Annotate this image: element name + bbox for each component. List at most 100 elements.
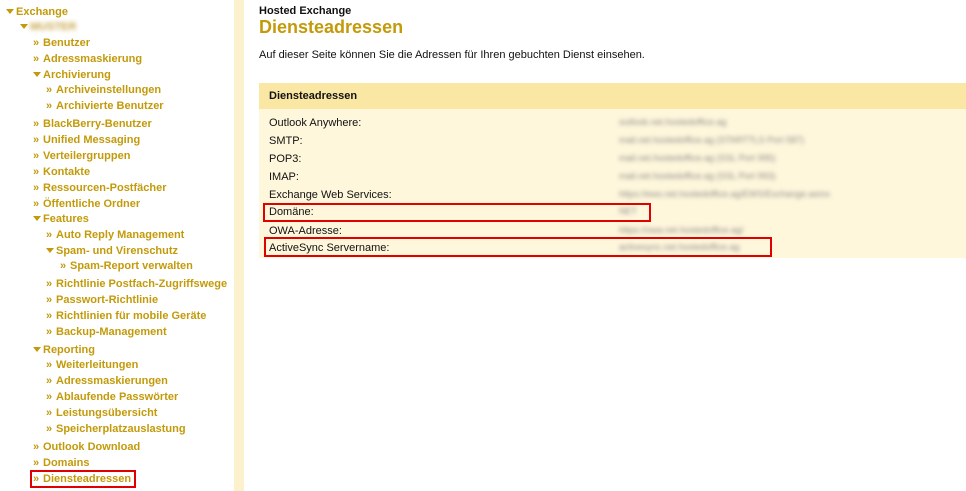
sidebar-item-label: Richtlinien für mobile Geräte — [56, 310, 207, 322]
sidebar-item-label: Leistungsübersicht — [56, 407, 158, 419]
address-row: Domäne: NET — [259, 204, 886, 221]
sidebar-item-outlook-download[interactable]: » Outlook Download — [33, 440, 140, 454]
bullet-arrow-icon: » — [46, 229, 53, 241]
sidebar-item-label: Archivierte Benutzer — [56, 100, 164, 112]
sidebar-item-label: Diensteadressen — [43, 473, 132, 485]
sidebar-item-domains[interactable]: » Domains — [33, 456, 89, 470]
address-value[interactable]: mail.net.hostedoffice.ag (SSL Port 993) — [619, 171, 776, 181]
address-value[interactable]: mail.net.hostedoffice.ag (SSL Port 995) — [619, 153, 776, 163]
sidebar-item-adressmaskierungen[interactable]: » Adressmaskierungen — [46, 374, 168, 388]
sidebar-item-label: Features — [43, 213, 89, 225]
sidebar-item-adressmaskierung[interactable]: » Adressmaskierung — [33, 52, 142, 66]
sidebar-item-blackberry-benutzer[interactable]: » BlackBerry-Benutzer — [33, 117, 152, 131]
bullet-arrow-icon: » — [33, 150, 40, 162]
sidebar-item-passwort-richtlinie[interactable]: » Passwort-Richtlinie — [46, 293, 158, 307]
sidebar-root-exchange[interactable]: Exchange — [6, 5, 68, 19]
address-row: IMAP: mail.net.hostedoffice.ag (SSL Port … — [259, 169, 886, 186]
sidebar-item-label: Weiterleitungen — [56, 359, 139, 371]
sidebar-item-ablaufende-passwörter[interactable]: » Ablaufende Passwörter — [46, 390, 178, 404]
address-row: SMTP: mail.net.hostedoffice.ag (STARTTLS … — [259, 133, 886, 150]
sidebar-item-ressourcen-postfächer[interactable]: » Ressourcen-Postfächer — [33, 181, 167, 195]
sidebar-item-leistungsübersicht[interactable]: » Leistungsübersicht — [46, 406, 157, 420]
bullet-arrow-icon: » — [33, 473, 40, 485]
panel-header: Diensteadressen — [259, 83, 966, 109]
bullet-arrow-icon: » — [46, 326, 53, 338]
sidebar-item-label: BlackBerry-Benutzer — [43, 118, 152, 130]
product-label: Hosted Exchange — [259, 5, 352, 17]
sidebar-item-label: Backup-Management — [56, 326, 167, 338]
sidebar-item-weiterleitungen[interactable]: » Weiterleitungen — [46, 358, 138, 372]
bullet-arrow-icon: » — [33, 182, 40, 194]
sidebar-item-richtlinie-postfach-zugriffswege[interactable]: » Richtlinie Postfach-Zugriffswege — [46, 277, 227, 291]
address-row: Exchange Web Services: https://ews.net.ho… — [259, 187, 886, 204]
sidebar-item-label: Adressmaskierung — [43, 53, 143, 65]
bullet-arrow-icon: » — [46, 278, 53, 290]
sidebar-item-speicherplatzauslastung[interactable]: » Speicherplatzauslastung — [46, 422, 186, 436]
sidebar-item-label: Passwort-Richtlinie — [56, 294, 159, 306]
sidebar-item-label: Archivierung — [43, 69, 111, 81]
sidebar-item-verteilergruppen[interactable]: » Verteilergruppen — [33, 149, 130, 163]
sidebar-item-benutzer[interactable]: » Benutzer — [33, 36, 90, 50]
sidebar-item-archivierung[interactable]: Archivierung — [33, 68, 111, 82]
bullet-arrow-icon: » — [33, 166, 40, 178]
bullet-arrow-icon: » — [33, 53, 40, 65]
sidebar-item-archivierte-benutzer[interactable]: » Archivierte Benutzer — [46, 99, 164, 113]
page-title: Diensteadressen — [259, 17, 404, 37]
sidebar-item-label: Unified Messaging — [43, 134, 141, 146]
sidebar-item-backup-management[interactable]: » Backup-Management — [46, 325, 167, 339]
sidebar-item-kontakte[interactable]: » Kontakte — [33, 165, 90, 179]
bullet-arrow-icon: » — [46, 407, 53, 419]
bullet-arrow-icon: » — [33, 457, 40, 469]
sidebar-item-spam-report-verwalten[interactable]: » Spam-Report verwalten — [60, 259, 193, 273]
sidebar-item-richtlinien-für-mobile-geräte[interactable]: » Richtlinien für mobile Geräte — [46, 309, 206, 323]
bullet-arrow-icon: » — [33, 37, 40, 49]
address-row: Outlook Anywhere: outlook.net.hostedoffic… — [259, 115, 886, 132]
bullet-arrow-icon: » — [46, 310, 53, 322]
sidebar-item-label: Kontakte — [43, 166, 91, 178]
address-label: OWA-Adresse: — [269, 225, 342, 237]
address-value[interactable]: mail.net.hostedoffice.ag (STARTTLS Port … — [619, 135, 804, 145]
expanded-arrow-icon — [6, 9, 14, 14]
address-value[interactable]: https://owa.net.hostedoffice.ag/ — [619, 225, 743, 235]
address-label: IMAP: — [269, 171, 299, 183]
bullet-arrow-icon: » — [46, 100, 53, 112]
service-address-panel: Diensteadressen Outlook Anywhere: outlook… — [259, 83, 966, 258]
expanded-arrow-icon — [33, 72, 41, 77]
sidebar-item-archiveinstellungen[interactable]: » Archiveinstellungen — [46, 83, 161, 97]
sidebar-item-features[interactable]: Features — [33, 212, 89, 226]
bullet-arrow-icon: » — [46, 375, 53, 387]
address-row: ActiveSync Servername: activesync.net.hos… — [259, 240, 886, 257]
address-value[interactable]: NET — [619, 206, 637, 216]
sidebar-item-label: Ressourcen-Postfächer — [43, 182, 167, 194]
bullet-arrow-icon: » — [46, 359, 53, 371]
bullet-arrow-icon: » — [46, 423, 53, 435]
sidebar-item-label: Adressmaskierungen — [56, 375, 168, 387]
address-label: ActiveSync Servername: — [269, 242, 390, 254]
expanded-arrow-icon — [20, 24, 28, 29]
sidebar-tenant[interactable]: MUSTER — [20, 20, 76, 34]
sidebar-item-label: Archiveinstellungen — [56, 84, 162, 96]
sidebar-item-unified-messaging[interactable]: » Unified Messaging — [33, 133, 140, 147]
sidebar-item-öffentliche-ordner[interactable]: » Öffentliche Ordner — [33, 197, 140, 211]
bullet-arrow-icon: » — [46, 391, 53, 403]
address-label: Outlook Anywhere: — [269, 117, 362, 129]
sidebar-item-label: Richtlinie Postfach-Zugriffswege — [56, 278, 228, 290]
sidebar-item-spam-und-virenschutz[interactable]: Spam- und Virenschutz — [46, 244, 178, 258]
page-intro: Auf dieser Seite können Sie die Adressen… — [259, 49, 645, 61]
sidebar-item-label: Ablaufende Passwörter — [56, 391, 179, 403]
sidebar-item-label: Reporting — [43, 344, 95, 356]
sidebar-nav: Exchange MUSTER » Benutzer» Adressmaskieru… — [0, 0, 233, 491]
address-value[interactable]: outlook.net.hostedoffice.ag — [619, 117, 726, 127]
sidebar-item-reporting[interactable]: Reporting — [33, 343, 95, 357]
address-row: OWA-Adresse: https://owa.net.hostedoffice… — [259, 223, 886, 240]
bullet-arrow-icon: » — [33, 441, 40, 453]
bullet-arrow-icon: » — [33, 134, 40, 146]
sidebar-item-auto-reply-management[interactable]: » Auto Reply Management — [46, 228, 184, 242]
address-value[interactable]: https://ews.net.hostedoffice.ag/EWS/Exch… — [619, 189, 830, 199]
sidebar-item-label: Outlook Download — [43, 441, 141, 453]
expanded-arrow-icon — [33, 216, 41, 221]
address-value[interactable]: activesync.net.hostedoffice.ag — [619, 242, 739, 252]
address-label: Exchange Web Services: — [269, 189, 392, 201]
bullet-arrow-icon: » — [46, 294, 53, 306]
sidebar-item-diensteadressen[interactable]: » Diensteadressen — [33, 472, 131, 486]
